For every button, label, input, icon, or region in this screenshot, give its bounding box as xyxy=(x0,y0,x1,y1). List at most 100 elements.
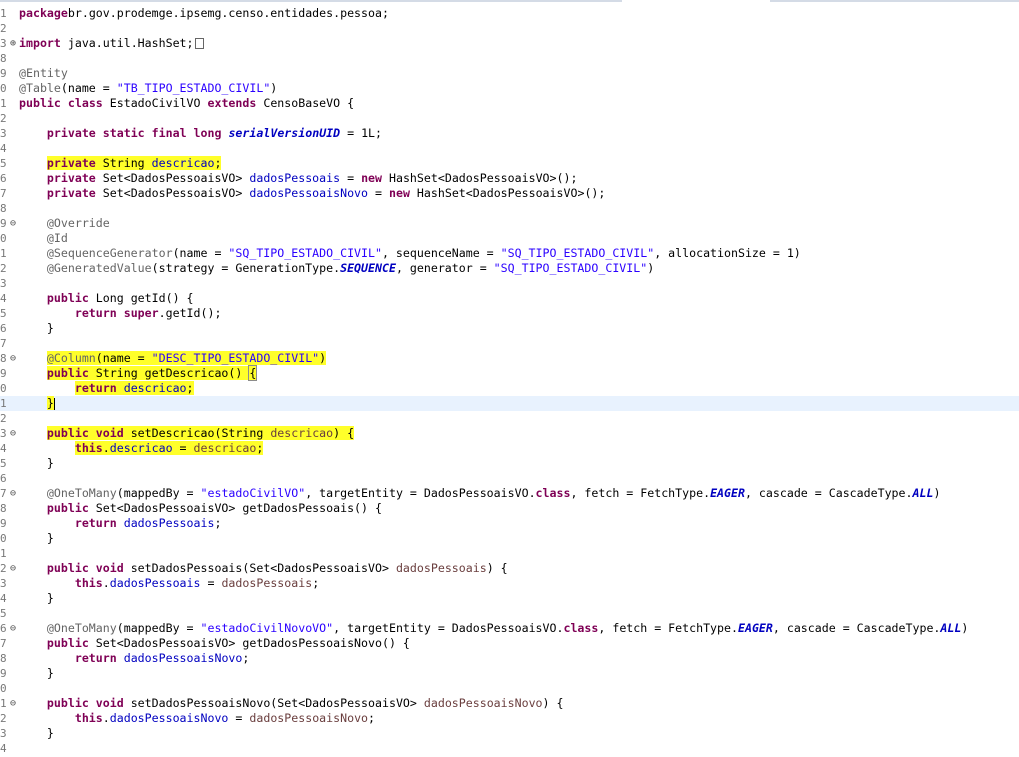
code-token: = xyxy=(228,711,250,725)
code-line[interactable]: 4 public Long getId() { xyxy=(0,291,1019,306)
code-line[interactable]: 8 xyxy=(0,51,1019,66)
code-line[interactable]: 1 xyxy=(0,546,1019,561)
code-line[interactable]: 6 xyxy=(0,471,1019,486)
collapse-fold-icon[interactable]: ⊖ xyxy=(7,351,19,366)
code-line[interactable]: 7 private Set<DadosPessoaisVO> dadosPess… xyxy=(0,186,1019,201)
code-token: } xyxy=(19,531,54,545)
line-number: 4 xyxy=(0,292,7,305)
code-token: dadosPessoais xyxy=(249,171,341,185)
code-line[interactable]: 9 public String getDescricao() { xyxy=(0,365,1019,381)
code-token: (name = xyxy=(60,81,117,95)
code-line[interactable]: 4 xyxy=(0,741,1019,756)
code-line[interactable]: 3 private static final long serialVersio… xyxy=(0,126,1019,141)
code-token: ) xyxy=(933,486,941,500)
code-line[interactable]: 3 xyxy=(0,276,1019,291)
code-line[interactable]: 5 return super.getId(); xyxy=(0,306,1019,321)
code-token: private xyxy=(46,156,96,170)
code-line[interactable]: 0 return descricao; xyxy=(0,381,1019,396)
code-line[interactable]: 1 packagebr.gov.prodemge.ipsemg.censo.ent… xyxy=(0,6,1019,21)
code-line[interactable]: 6 private Set<DadosPessoaisVO> dadosPess… xyxy=(0,171,1019,186)
code-token: EAGER xyxy=(710,486,745,500)
code-text: private static final long serialVersionU… xyxy=(19,126,382,141)
code-line[interactable]: 9 @Entity xyxy=(0,66,1019,81)
code-token: { xyxy=(248,365,258,381)
code-line[interactable]: 2 ⊖ public void setDadosPessoais(Set<Dado… xyxy=(0,561,1019,576)
line-number: 3 xyxy=(0,127,7,140)
code-line[interactable]: 0 @Table(name = "TB_TIPO_ESTADO_CIVIL") xyxy=(0,81,1019,96)
code-token: HashSet<DadosPessoaisVO>(); xyxy=(382,171,578,185)
code-token: return xyxy=(74,516,117,530)
code-line[interactable]: 2 this.dadosPessoaisNovo = dadosPessoais… xyxy=(0,711,1019,726)
collapse-fold-icon[interactable]: ⊖ xyxy=(7,426,19,441)
line-number: 9 xyxy=(0,517,7,530)
code-line[interactable]: 4 xyxy=(0,141,1019,156)
line-number: 5 xyxy=(0,157,7,170)
code-token: public xyxy=(46,696,89,710)
code-editor[interactable]: 1 packagebr.gov.prodemge.ipsemg.censo.ent… xyxy=(0,6,1019,756)
code-line[interactable]: 4 this.descricao = descricao; xyxy=(0,441,1019,456)
code-line[interactable]: 0 } xyxy=(0,531,1019,546)
code-token: , allocationSize = 1) xyxy=(654,246,801,260)
code-line[interactable]: 0 xyxy=(0,681,1019,696)
code-line[interactable]: 8 xyxy=(0,201,1019,216)
code-token: extends xyxy=(207,96,257,110)
code-token: public xyxy=(46,501,89,515)
code-line[interactable]: 2 xyxy=(0,411,1019,426)
code-token: descricao xyxy=(109,441,173,455)
code-token xyxy=(116,381,124,395)
code-line[interactable]: 6 ⊖ @OneToMany(mappedBy = "estadoCivilNov… xyxy=(0,621,1019,636)
code-line[interactable]: 7 xyxy=(0,336,1019,351)
text-caret xyxy=(53,397,55,410)
code-token: super xyxy=(123,306,159,320)
code-token: dadosPessoaisNovo xyxy=(423,696,543,710)
code-line[interactable]: 1 ⊖ public void setDadosPessoaisNovo(Set<… xyxy=(0,696,1019,711)
code-line[interactable]: 9 ⊖ @Override xyxy=(0,216,1019,231)
code-text: @SequenceGenerator(name = "SQ_TIPO_ESTAD… xyxy=(19,246,801,261)
code-line[interactable]: 2 xyxy=(0,21,1019,36)
code-line[interactable]: 6 } xyxy=(0,321,1019,336)
code-line[interactable]: 0 @Id xyxy=(0,231,1019,246)
collapse-fold-icon[interactable]: ⊖ xyxy=(7,621,19,636)
code-line[interactable]: 8 return dadosPessoaisNovo; xyxy=(0,651,1019,666)
code-token: } xyxy=(46,396,54,410)
code-line[interactable]: 2 @GeneratedValue(strategy = GenerationT… xyxy=(0,261,1019,276)
code-line[interactable]: 1 @SequenceGenerator(name = "SQ_TIPO_EST… xyxy=(0,246,1019,261)
code-line[interactable]: 1 } xyxy=(0,396,1019,411)
folded-imports-icon[interactable] xyxy=(194,38,204,49)
code-line[interactable]: 7 ⊖ @OneToMany(mappedBy = "estadoCivilVO"… xyxy=(0,486,1019,501)
collapse-fold-icon[interactable]: ⊖ xyxy=(7,486,19,501)
editor-tab-strip xyxy=(0,0,1019,3)
line-number: 6 xyxy=(0,472,7,485)
code-token: java.util.HashSet; xyxy=(60,36,194,50)
code-line[interactable]: 2 xyxy=(0,111,1019,126)
code-line[interactable]: 3 } xyxy=(0,726,1019,741)
code-token: new xyxy=(388,186,410,200)
code-line[interactable]: 3 this.dadosPessoais = dadosPessoais; xyxy=(0,576,1019,591)
code-line[interactable]: 5 private String descricao; xyxy=(0,156,1019,171)
code-line[interactable]: 4 } xyxy=(0,591,1019,606)
code-line[interactable]: 1 public class EstadoCivilVO extends Cens… xyxy=(0,96,1019,111)
code-line[interactable]: 7 public Set<DadosPessoaisVO> getDadosPe… xyxy=(0,636,1019,651)
collapse-fold-icon[interactable]: ⊖ xyxy=(7,561,19,576)
code-line[interactable]: 3 ⊖ public void setDescricao(String descr… xyxy=(0,426,1019,441)
code-token: } xyxy=(19,726,54,740)
code-token: descricao xyxy=(151,156,215,170)
code-token: (name = xyxy=(95,351,152,365)
code-line[interactable]: 9 return dadosPessoais; xyxy=(0,516,1019,531)
collapse-fold-icon[interactable]: ⊖ xyxy=(7,696,19,711)
code-line[interactable]: 5 } xyxy=(0,456,1019,471)
code-line[interactable]: 9 } xyxy=(0,666,1019,681)
expand-fold-icon[interactable]: ⊕ xyxy=(7,36,19,51)
line-number: 6 xyxy=(0,172,7,185)
code-line[interactable]: 5 xyxy=(0,606,1019,621)
code-line[interactable]: 8 public Set<DadosPessoaisVO> getDadosPe… xyxy=(0,501,1019,516)
code-token: dadosPessoaisNovo xyxy=(249,711,369,725)
code-text: } xyxy=(19,666,54,681)
code-line[interactable]: 8 ⊖ @Column(name = "DESC_TIPO_ESTADO_CIVI… xyxy=(0,351,1019,366)
collapse-fold-icon[interactable]: ⊖ xyxy=(7,216,19,231)
code-line[interactable]: 3 ⊕ import java.util.HashSet; xyxy=(0,36,1019,51)
